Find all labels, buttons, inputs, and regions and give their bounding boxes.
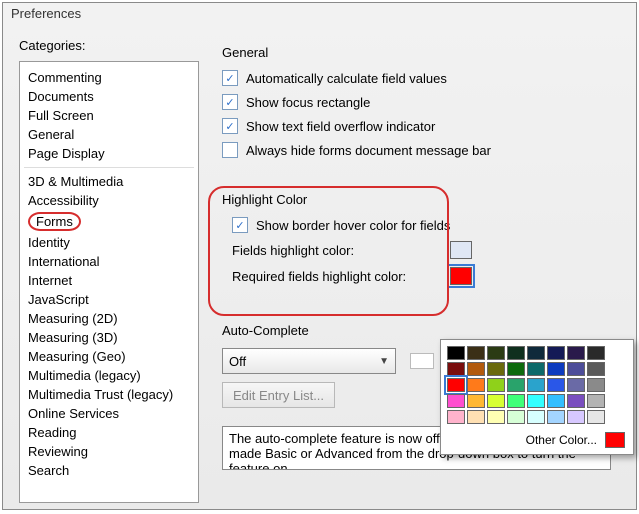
category-measuring-2d-[interactable]: Measuring (2D) xyxy=(20,309,198,328)
category-3d-multimedia[interactable]: 3D & Multimedia xyxy=(20,172,198,191)
label-overflow: Show text field overflow indicator xyxy=(246,119,435,134)
color-cell[interactable] xyxy=(507,346,525,360)
category-search[interactable]: Search xyxy=(20,461,198,480)
checkbox-hide-bar[interactable] xyxy=(222,142,238,158)
color-cell[interactable] xyxy=(467,410,485,424)
color-cell[interactable] xyxy=(547,410,565,424)
left-panel: Categories: CommentingDocumentsFull Scre… xyxy=(19,32,199,512)
color-cell[interactable] xyxy=(447,362,465,376)
button-edit-entry-list: Edit Entry List... xyxy=(222,382,335,408)
color-cell[interactable] xyxy=(527,378,545,392)
window-title: Preferences xyxy=(3,3,636,24)
color-cell[interactable] xyxy=(447,410,465,424)
category-documents[interactable]: Documents xyxy=(20,87,198,106)
color-cell[interactable] xyxy=(587,410,605,424)
category-general[interactable]: General xyxy=(20,125,198,144)
color-cell[interactable] xyxy=(507,362,525,376)
color-cell[interactable] xyxy=(447,394,465,408)
swatch-required-highlight[interactable] xyxy=(450,267,472,285)
color-cell[interactable] xyxy=(467,378,485,392)
category-reviewing[interactable]: Reviewing xyxy=(20,442,198,461)
preferences-window: Preferences Categories: CommentingDocume… xyxy=(2,2,637,510)
other-color-swatch xyxy=(605,432,625,448)
category-full-screen[interactable]: Full Screen xyxy=(20,106,198,125)
category-multimedia-trust-legacy-[interactable]: Multimedia Trust (legacy) xyxy=(20,385,198,404)
color-cell[interactable] xyxy=(547,378,565,392)
label-focus-rect: Show focus rectangle xyxy=(246,95,370,110)
color-picker-popup[interactable]: Other Color... xyxy=(440,339,634,455)
color-cell[interactable] xyxy=(567,394,585,408)
category-internet[interactable]: Internet xyxy=(20,271,198,290)
color-cell[interactable] xyxy=(467,346,485,360)
color-cell[interactable] xyxy=(507,378,525,392)
category-forms[interactable]: Forms xyxy=(20,210,198,233)
category-international[interactable]: International xyxy=(20,252,198,271)
color-grid xyxy=(447,346,627,424)
color-cell[interactable] xyxy=(487,410,505,424)
checkbox-auto-calc[interactable] xyxy=(222,70,238,86)
category-online-services[interactable]: Online Services xyxy=(20,404,198,423)
color-cell[interactable] xyxy=(587,378,605,392)
label-hide-bar: Always hide forms document message bar xyxy=(246,143,491,158)
color-cell[interactable] xyxy=(567,362,585,376)
category-measuring-3d-[interactable]: Measuring (3D) xyxy=(20,328,198,347)
category-measuring-geo-[interactable]: Measuring (Geo) xyxy=(20,347,198,366)
color-cell[interactable] xyxy=(527,346,545,360)
color-cell[interactable] xyxy=(467,362,485,376)
category-identity[interactable]: Identity xyxy=(20,233,198,252)
swatch-fields-highlight[interactable] xyxy=(450,241,472,259)
other-color-row[interactable]: Other Color... xyxy=(447,426,627,448)
color-cell[interactable] xyxy=(567,346,585,360)
color-cell[interactable] xyxy=(487,346,505,360)
label-auto-calc: Automatically calculate field values xyxy=(246,71,447,86)
category-page-display[interactable]: Page Display xyxy=(20,144,198,163)
color-cell[interactable] xyxy=(487,378,505,392)
color-cell[interactable] xyxy=(587,346,605,360)
color-cell[interactable] xyxy=(527,394,545,408)
checkbox-focus-rect[interactable] xyxy=(222,94,238,110)
category-multimedia-legacy-[interactable]: Multimedia (legacy) xyxy=(20,366,198,385)
group-auto-complete-title: Auto-Complete xyxy=(222,323,611,338)
color-cell[interactable] xyxy=(487,394,505,408)
annotation-highlight-ring xyxy=(208,186,449,316)
group-general: General Automatically calculate field va… xyxy=(213,40,620,173)
color-cell[interactable] xyxy=(507,394,525,408)
color-cell[interactable] xyxy=(447,346,465,360)
group-highlight-color: Highlight Color Show border hover color … xyxy=(213,187,620,304)
category-commenting[interactable]: Commenting xyxy=(20,68,198,87)
category-reading[interactable]: Reading xyxy=(20,423,198,442)
group-general-title: General xyxy=(222,45,611,60)
color-cell[interactable] xyxy=(447,378,465,392)
color-cell[interactable] xyxy=(547,394,565,408)
categories-label: Categories: xyxy=(19,38,199,53)
color-cell[interactable] xyxy=(467,394,485,408)
category-accessibility[interactable]: Accessibility xyxy=(20,191,198,210)
color-cell[interactable] xyxy=(527,410,545,424)
checkbox-auto-complete-option[interactable] xyxy=(410,353,434,369)
dropdown-auto-complete[interactable]: Off ▼ xyxy=(222,348,396,374)
category-javascript[interactable]: JavaScript xyxy=(20,290,198,309)
categories-list[interactable]: CommentingDocumentsFull ScreenGeneralPag… xyxy=(19,61,199,503)
color-cell[interactable] xyxy=(587,394,605,408)
chevron-down-icon: ▼ xyxy=(379,356,389,367)
checkbox-overflow[interactable] xyxy=(222,118,238,134)
color-cell[interactable] xyxy=(507,410,525,424)
color-cell[interactable] xyxy=(587,362,605,376)
color-cell[interactable] xyxy=(487,362,505,376)
color-cell[interactable] xyxy=(567,410,585,424)
color-cell[interactable] xyxy=(547,362,565,376)
color-cell[interactable] xyxy=(567,378,585,392)
color-cell[interactable] xyxy=(527,362,545,376)
other-color-label: Other Color... xyxy=(526,433,597,447)
dropdown-auto-complete-value: Off xyxy=(229,354,246,369)
color-cell[interactable] xyxy=(547,346,565,360)
